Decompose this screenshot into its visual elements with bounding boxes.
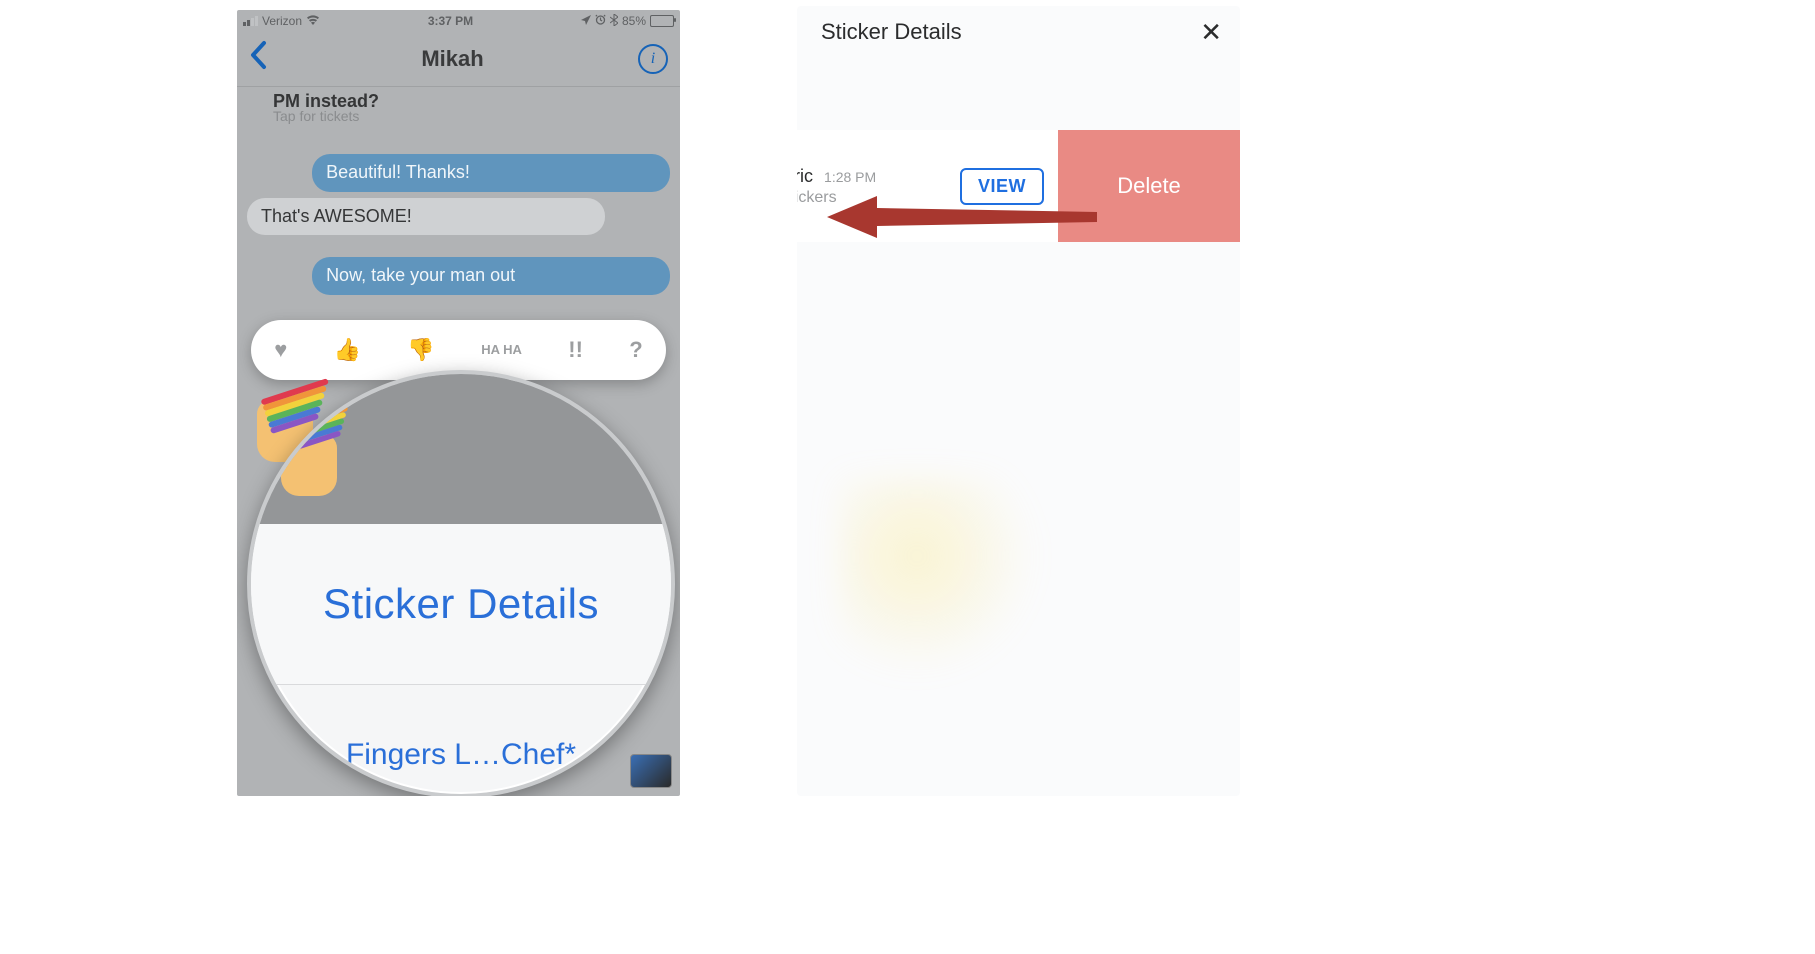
tapback-haha-icon[interactable]: HA HA	[481, 345, 522, 355]
sticker-pack-name: ertStickers	[797, 189, 960, 207]
status-bar: Verizon 3:37 PM 85%	[237, 10, 680, 32]
message-bubble-sent[interactable]: Now, take your man out	[312, 257, 670, 295]
carrier-label: Verizon	[262, 14, 302, 28]
alarm-icon	[595, 14, 606, 28]
sheet-title: Sticker Details	[821, 19, 962, 45]
nav-bar: Mikah i	[237, 32, 680, 87]
location-icon	[581, 14, 591, 28]
sent-time: 1:28 PM	[824, 169, 876, 185]
view-button[interactable]: VIEW	[960, 168, 1044, 205]
sticker-details-option[interactable]: Sticker Details	[251, 524, 671, 685]
details-info-button[interactable]: i	[638, 44, 668, 74]
sheet-header: Sticker Details ✕	[797, 6, 1240, 58]
sticker-info: ilpatric 1:28 PM ertStickers	[797, 166, 960, 207]
placed-sticker	[281, 408, 345, 498]
tapback-thumbs-down-icon[interactable]: 👎	[407, 337, 434, 363]
tapback-heart-icon[interactable]: ♥	[274, 337, 287, 363]
bluetooth-icon	[610, 14, 618, 29]
wifi-icon	[306, 14, 320, 29]
message-bubble-sent[interactable]: Beautiful! Thanks!	[312, 154, 670, 192]
message-subtext: Tap for tickets	[273, 108, 670, 124]
battery-pct: 85%	[622, 14, 646, 28]
tapback-thumbs-up-icon[interactable]: 👍	[334, 337, 361, 363]
phone-screenshot-left: Verizon 3:37 PM 85% Mikah i	[237, 10, 680, 796]
nav-title: Mikah	[421, 46, 483, 72]
sender-name: ilpatric	[797, 166, 813, 186]
zoom-loupe: Sticker Details Fingers L…Chef*	[247, 370, 675, 796]
tapback-emphasize-icon[interactable]: !!	[568, 337, 583, 363]
back-button[interactable]	[249, 40, 267, 78]
signal-bars-icon	[243, 16, 258, 26]
close-button[interactable]: ✕	[1200, 17, 1222, 48]
message-bubble-received[interactable]: That's AWESOME!	[247, 198, 605, 236]
tapback-question-icon[interactable]: ?	[629, 337, 642, 363]
app-switcher-thumb	[630, 754, 672, 788]
message-list: PM instead? Tap for tickets Beautiful! T…	[237, 87, 680, 295]
sticker-details-label: Sticker Details	[323, 580, 599, 628]
battery-icon	[650, 15, 674, 27]
background-blur-blob	[837, 476, 1037, 676]
context-menu-bottom-row[interactable]: Fingers L…Chef*	[251, 685, 671, 796]
sticker-row[interactable]: ilpatric 1:28 PM ertStickers VIEW Delete	[797, 130, 1240, 242]
delete-button[interactable]: Delete	[1058, 130, 1240, 242]
phone-screenshot-right: Sticker Details ✕ ilpatric 1:28 PM ertSt…	[797, 6, 1240, 796]
context-menu-bottom-label: Fingers L…Chef*	[346, 738, 576, 772]
status-time: 3:37 PM	[320, 14, 581, 28]
